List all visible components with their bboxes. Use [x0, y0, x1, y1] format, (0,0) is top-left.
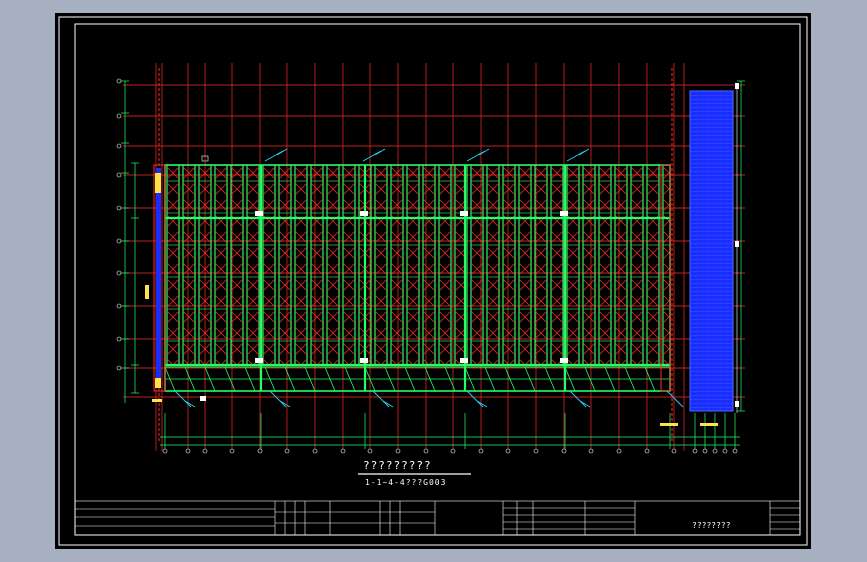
- cad-drawing: [58, 16, 808, 546]
- bottom-axis-bubbles: [162, 448, 738, 454]
- side-storage-block: [689, 83, 739, 413]
- title-block-drawing-name: ????????: [692, 521, 731, 530]
- left-axis-bubbles: [116, 78, 122, 371]
- drawing-subtitle: 1-1~4-4???G003: [365, 478, 447, 487]
- bottom-yellow-marks: [152, 399, 718, 426]
- drawing-sheet: ????????? 1-1~4-4???G003 ????????: [55, 13, 811, 549]
- rack-top-zone: [165, 165, 670, 217]
- left-dimensions: [121, 80, 139, 403]
- drawing-title: ?????????: [363, 459, 432, 472]
- bottom-dimensions: [160, 413, 740, 449]
- rack-layout: [153, 155, 671, 401]
- rack-main-zone: [165, 219, 670, 364]
